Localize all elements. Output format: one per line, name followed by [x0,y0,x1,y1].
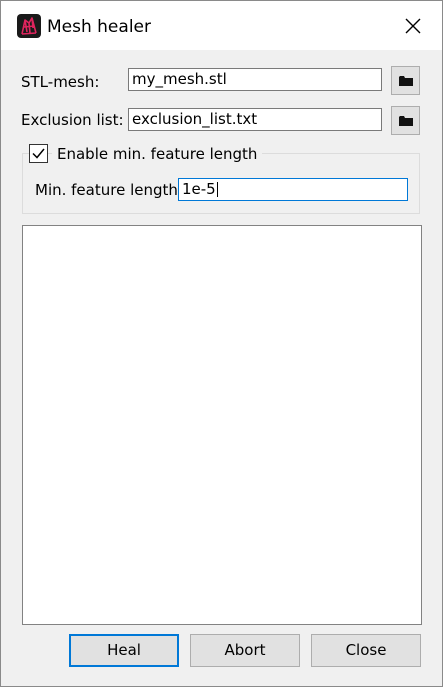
text-caret [216,182,218,197]
min-feature-length-input[interactable]: 1e-5 [178,178,408,201]
checkmark-icon [32,148,45,159]
mesh-healer-dialog: Mesh healer STL-mesh: my_mesh.stl Exclus… [0,0,443,687]
exclusion-list-label: Exclusion list: [21,111,124,129]
close-icon[interactable] [399,12,427,40]
min-feature-length-label: Min. feature length [35,181,178,199]
exclusion-list-value: exclusion_list.txt [132,110,258,128]
heal-button[interactable]: Heal [69,634,179,667]
browse-stl-mesh-button[interactable] [391,66,420,95]
enable-min-feature-label: Enable min. feature length [52,145,263,163]
exclusion-list-input[interactable]: exclusion_list.txt [128,108,382,131]
close-button[interactable]: Close [311,634,421,667]
min-feature-length-value: 1e-5 [182,180,216,198]
mesh-app-icon [17,14,41,38]
title-bar: Mesh healer [1,1,442,50]
stl-mesh-value: my_mesh.stl [132,70,227,88]
enable-min-feature-checkbox[interactable] [29,144,48,163]
browse-exclusion-list-button[interactable] [391,106,420,135]
stl-mesh-input[interactable]: my_mesh.stl [128,68,382,91]
folder-icon [399,116,413,126]
log-output[interactable] [22,225,422,625]
stl-mesh-label: STL-mesh: [21,73,100,91]
abort-button[interactable]: Abort [190,634,300,667]
window-title: Mesh healer [47,17,151,37]
folder-icon [399,76,413,86]
